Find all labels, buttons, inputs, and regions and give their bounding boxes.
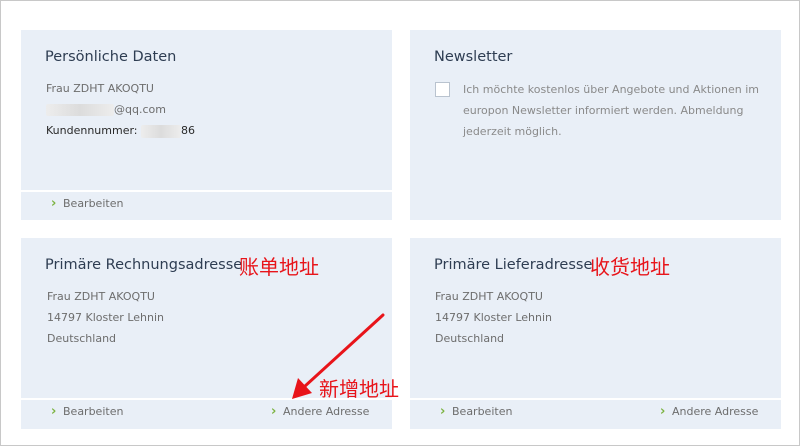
- shipping-edit-label: Bearbeiten: [452, 405, 513, 418]
- personal-data-card: Persönliche Daten Frau ZDHT AKOQTU @qq.c…: [21, 30, 392, 220]
- billing-address-annotation: 账单地址: [239, 255, 319, 279]
- shipping-other-address-link[interactable]: › Andere Adresse: [660, 405, 758, 418]
- personal-edit-label: Bearbeiten: [63, 197, 124, 210]
- personal-email: @qq.com: [46, 103, 166, 116]
- newsletter-title: Newsletter: [434, 49, 513, 65]
- shipping-city: 14797 Kloster Lehnin: [435, 311, 552, 324]
- shipping-name: Frau ZDHT AKOQTU: [435, 290, 543, 303]
- shipping-country: Deutschland: [435, 332, 505, 345]
- billing-other-address-label: Andere Adresse: [283, 405, 370, 418]
- newsletter-card: Newsletter Ich möchte kostenlos über Ang…: [410, 30, 781, 220]
- personal-name: Frau ZDHT AKOQTU: [46, 82, 154, 95]
- shipping-title: Primäre Lieferadresse: [434, 257, 593, 273]
- billing-name: Frau ZDHT AKOQTU: [47, 290, 155, 303]
- chevron-right-icon: ›: [660, 404, 666, 419]
- email-suffix: @qq.com: [114, 103, 166, 116]
- chevron-right-icon: ›: [440, 404, 446, 419]
- newsletter-checkbox[interactable]: [435, 82, 450, 97]
- customer-number-end: 86: [181, 124, 196, 137]
- shipping-other-address-label: Andere Adresse: [672, 405, 759, 418]
- card-footer-divider: [21, 190, 392, 192]
- card-footer-divider: [410, 398, 781, 400]
- redacted-email-prefix: [46, 104, 114, 116]
- personal-edit-link[interactable]: › Bearbeiten: [51, 197, 123, 210]
- add-address-annotation: 新增地址: [319, 377, 399, 401]
- shipping-address-annotation: 收货地址: [590, 255, 670, 279]
- redacted-customer-number: [141, 124, 182, 138]
- shipping-edit-link[interactable]: › Bearbeiten: [440, 405, 512, 418]
- chevron-right-icon: ›: [271, 404, 277, 419]
- chevron-right-icon: ›: [51, 404, 57, 419]
- personal-data-title: Persönliche Daten: [45, 49, 177, 65]
- newsletter-consent-text: Ich möchte kostenlos über Angebote und A…: [463, 83, 759, 138]
- billing-other-address-link[interactable]: › Andere Adresse: [271, 405, 369, 418]
- billing-country: Deutschland: [47, 332, 117, 345]
- customer-number-label: Kundennummer:: [46, 124, 138, 137]
- billing-edit-label: Bearbeiten: [63, 405, 124, 418]
- customer-number: Kundennummer: 86: [46, 124, 195, 138]
- billing-edit-link[interactable]: › Bearbeiten: [51, 405, 123, 418]
- billing-title: Primäre Rechnungsadresse: [45, 257, 243, 273]
- chevron-right-icon: ›: [51, 196, 57, 211]
- billing-city: 14797 Kloster Lehnin: [47, 311, 164, 324]
